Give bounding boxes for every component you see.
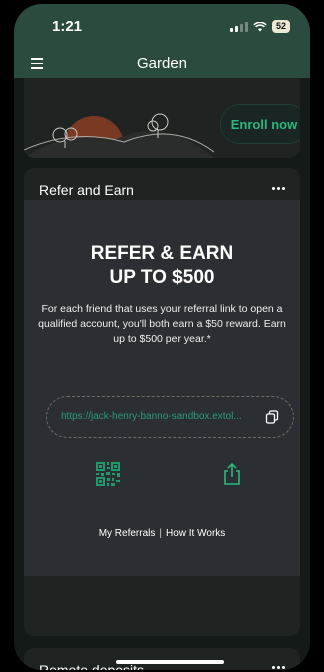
home-indicator [116, 660, 224, 664]
battery-icon: 52 [271, 20, 290, 33]
promo-headline-line2: UP TO $500 [109, 267, 215, 288]
phone-screen: 1:21 52 Garden Enroll now Refer and Earn… [14, 4, 310, 670]
signal-icon [229, 21, 248, 32]
referral-link-text: https://jack-henry-banno-sandbox.extol..… [61, 411, 242, 422]
how-it-works-link[interactable]: How It Works [166, 528, 225, 539]
status-time: 1:21 [52, 18, 83, 35]
links-separator: | [159, 528, 162, 539]
promo-description: For each friend that uses your referral … [38, 303, 286, 345]
page-title: Garden [136, 55, 188, 72]
share-icon[interactable] [222, 462, 242, 486]
card-header: Refer and Earn [24, 168, 300, 200]
referral-links: My Referrals | How It Works [24, 528, 300, 539]
app-bar: Garden [14, 48, 310, 78]
referral-promo: REFER & EARN UP TO $500 For each friend … [24, 200, 300, 576]
refer-earn-card: Refer and Earn REFER & EARN UP TO $500 F… [24, 168, 300, 636]
status-bar: 1:21 52 [14, 4, 310, 48]
remote-deposits-card: Remote deposits [24, 648, 300, 670]
more-horizontal-icon[interactable] [272, 666, 286, 670]
qr-code-icon[interactable] [96, 462, 120, 486]
copy-icon[interactable] [265, 410, 279, 424]
my-referrals-link[interactable]: My Referrals [99, 528, 156, 539]
promo-headline: REFER & EARN UP TO $500 [24, 242, 300, 290]
hills-illustration [24, 113, 214, 158]
card-title: Refer and Earn [39, 182, 134, 198]
status-icons: 52 [229, 20, 290, 33]
wifi-icon [253, 21, 267, 31]
promo-headline-line1: REFER & EARN [90, 243, 234, 264]
referral-link-field[interactable]: https://jack-henry-banno-sandbox.extol..… [46, 396, 294, 438]
enroll-now-button[interactable]: Enroll now [220, 104, 300, 144]
enroll-card: Enroll now [24, 78, 300, 158]
more-horizontal-icon[interactable] [272, 184, 286, 192]
